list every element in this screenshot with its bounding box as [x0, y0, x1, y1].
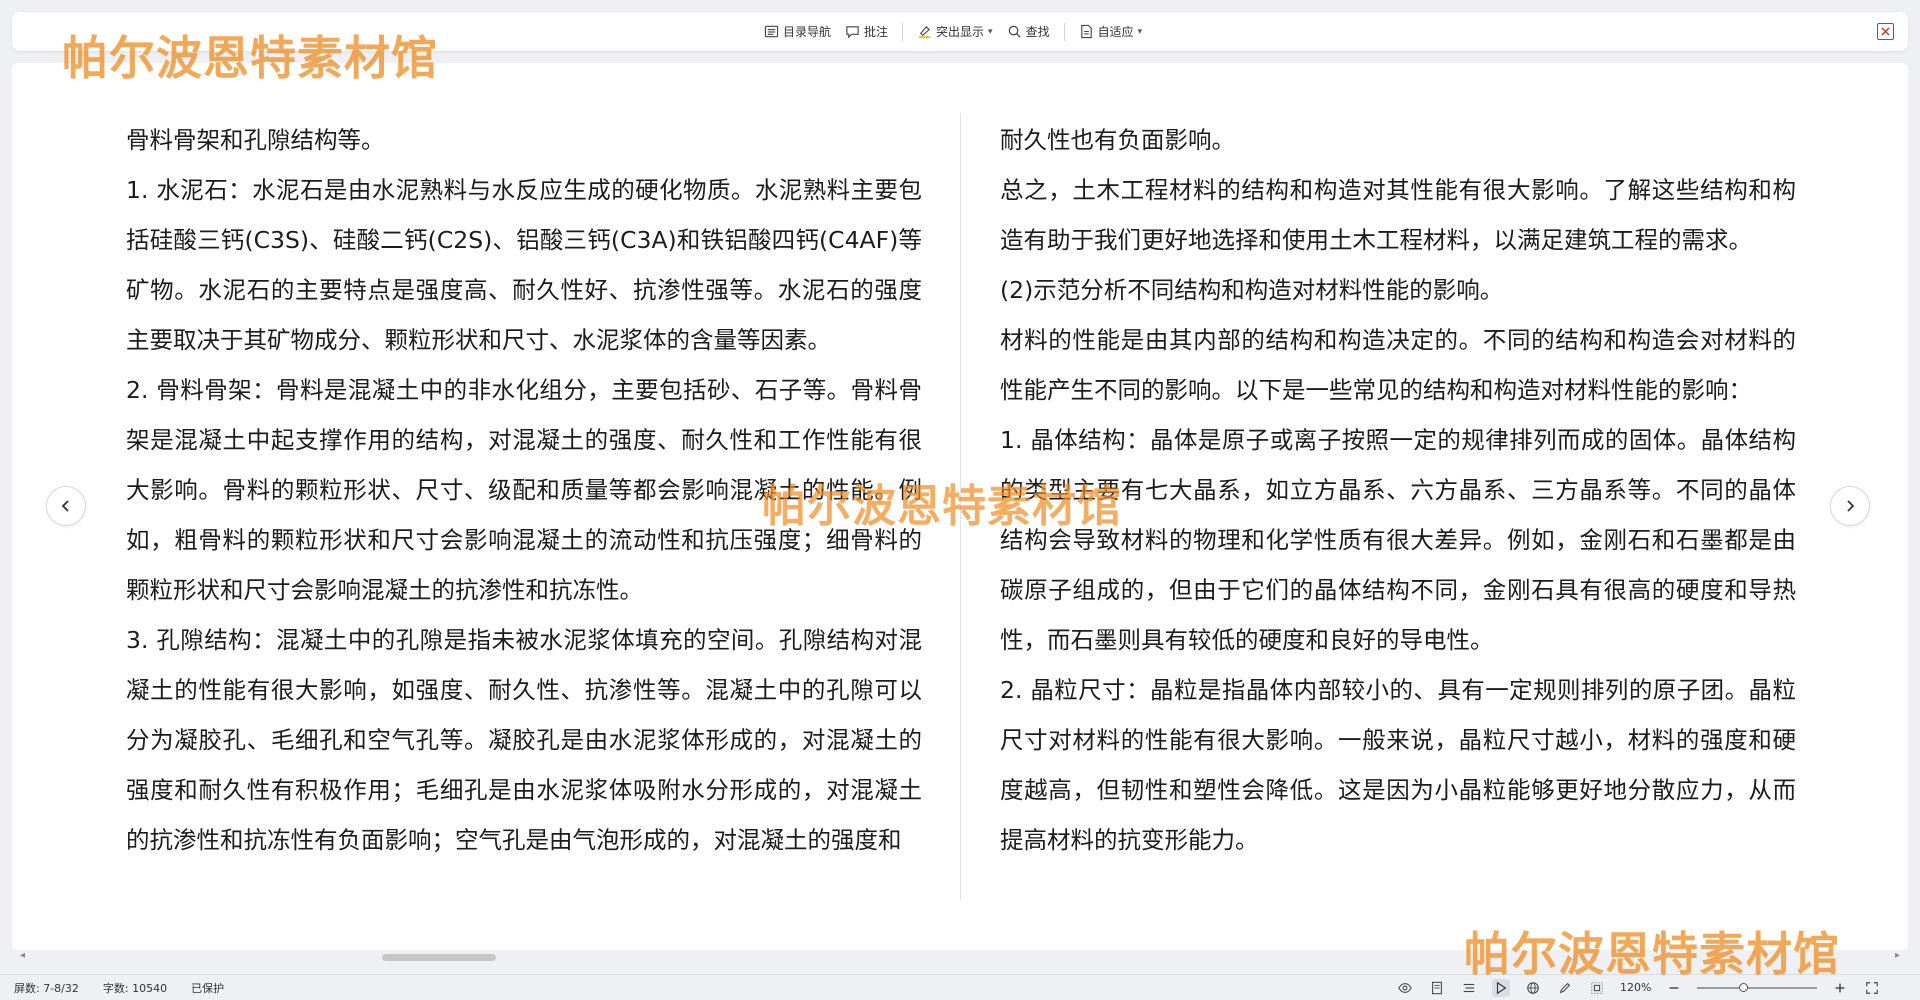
zoom-slider[interactable] [1697, 979, 1818, 997]
paragraph: (2)示范分析不同结构和构造对材料性能的影响。 [1000, 276, 1504, 304]
paragraph: 材料的性能是由其内部的结构和构造决定的。不同的结构和构造会对材料的性能产生不同的… [1000, 326, 1796, 404]
find-label: 查找 [1025, 25, 1050, 39]
toolbar-divider [1063, 22, 1065, 41]
previous-page-button[interactable] [46, 486, 86, 526]
reading-mode-button[interactable] [1492, 978, 1510, 997]
close-icon [1881, 27, 1890, 36]
fit-window-icon [1591, 981, 1603, 994]
toc-navigation-label: 目录导航 [783, 25, 832, 39]
scrollbar-thumb[interactable] [382, 954, 496, 961]
zoom-out-button[interactable] [1665, 979, 1683, 997]
toolbar-divider [902, 22, 904, 41]
page-right: 耐久性也有负面影响。 总之，土木工程材料的结构和构造对其性能有很大影响。了解这些… [1000, 115, 1796, 865]
page-icon [1432, 981, 1442, 994]
protection-status: 已保护 [191, 981, 225, 995]
status-info: 屏数: 7-8/32 字数: 10540 已保护 [14, 980, 224, 996]
paragraph: 耐久性也有负面影响。 [1000, 126, 1235, 154]
paragraph: 3. 孔隙结构：混凝土中的孔隙是指未被水泥浆体填充的空间。孔隙结构对混凝土的性能… [126, 626, 922, 854]
play-icon [1496, 981, 1507, 994]
close-button[interactable] [1877, 23, 1894, 40]
horizontal-scrollbar[interactable]: ◂ ▸ [12, 950, 1908, 964]
scroll-left-icon[interactable]: ◂ [20, 950, 25, 961]
paragraph: 1. 水泥石：水泥石是由水泥熟料与水反应生成的硬化物质。水泥熟料主要包括硅酸三钙… [126, 176, 922, 354]
fit-page-label: 自适应 [1097, 25, 1134, 39]
plus-icon [1836, 983, 1845, 992]
document-view: 骨料骨架和孔隙结构等。 1. 水泥石：水泥石是由水泥熟料与水反应生成的硬化物质。… [12, 63, 1908, 950]
zoom-slider-knob[interactable] [1738, 982, 1748, 992]
page-left: 骨料骨架和孔隙结构等。 1. 水泥石：水泥石是由水泥熟料与水反应生成的硬化物质。… [126, 115, 922, 865]
screen-count: 屏数: 7-8/32 [14, 981, 79, 995]
web-view-button[interactable] [1524, 979, 1542, 997]
highlight-label: 突出显示 [936, 25, 985, 39]
fullscreen-button[interactable] [1863, 979, 1881, 997]
eye-protection-button[interactable] [1396, 979, 1414, 997]
paragraph: 1. 晶体结构：晶体是原子或离子按照一定的规律排列而成的固体。晶体结构的类型主要… [1000, 426, 1796, 654]
chevron-left-icon [61, 500, 69, 512]
highlight-button[interactable]: 突出显示 ▾ [917, 23, 993, 40]
search-icon [1008, 25, 1021, 38]
edit-button[interactable] [1556, 979, 1574, 997]
view-controls: 120% [1396, 978, 1881, 997]
pen-icon [1559, 982, 1571, 993]
comment-label: 批注 [864, 25, 889, 39]
find-button[interactable]: 查找 [1007, 23, 1050, 40]
scroll-right-icon[interactable]: ▸ [1895, 950, 1900, 961]
comment-icon [846, 26, 859, 39]
fullscreen-icon [1866, 981, 1879, 994]
toc-icon [764, 25, 779, 38]
paragraph: 骨料骨架和孔隙结构等。 [126, 126, 385, 154]
word-count: 字数: 10540 [102, 981, 168, 995]
fit-page-icon [1080, 24, 1092, 39]
fit-window-button[interactable] [1588, 979, 1606, 997]
page-divider [960, 113, 961, 900]
toolbar-tools: 目录导航 批注 突出显示 ▾ 查找 自适应 ▾ [764, 12, 1142, 51]
next-page-button[interactable] [1830, 486, 1870, 526]
paragraph: 2. 骨料骨架：骨料是混凝土中的非水化组分，主要包括砂、石子等。骨料骨架是混凝土… [126, 376, 922, 604]
highlight-icon [918, 25, 931, 39]
eye-icon [1398, 982, 1412, 993]
toc-navigation-button[interactable]: 目录导航 [764, 23, 831, 40]
paragraph: 总之，土木工程材料的结构和构造对其性能有很大影响。了解这些结构和构造有助于我们更… [1000, 176, 1796, 254]
outline-view-button[interactable] [1460, 979, 1478, 997]
chevron-down-icon: ▾ [988, 26, 993, 37]
globe-icon [1527, 981, 1539, 994]
zoom-level: 120% [1620, 981, 1652, 994]
zoom-in-button[interactable] [1831, 979, 1849, 997]
list-icon [1463, 983, 1475, 992]
page-view-button[interactable] [1428, 979, 1446, 997]
fit-page-button[interactable]: 自适应 ▾ [1079, 23, 1143, 40]
status-bar: 屏数: 7-8/32 字数: 10540 已保护 120% [0, 974, 1920, 1000]
minus-icon [1670, 986, 1679, 989]
reader-toolbar: 目录导航 批注 突出显示 ▾ 查找 自适应 ▾ [12, 12, 1908, 51]
chevron-right-icon [1847, 500, 1855, 512]
paragraph: 2. 晶粒尺寸：晶粒是指晶体内部较小的、具有一定规则排列的原子团。晶粒尺寸对材料… [1000, 676, 1796, 854]
comment-button[interactable]: 批注 [845, 23, 888, 40]
chevron-down-icon: ▾ [1137, 26, 1143, 37]
zoom-slider-track [1697, 986, 1818, 989]
